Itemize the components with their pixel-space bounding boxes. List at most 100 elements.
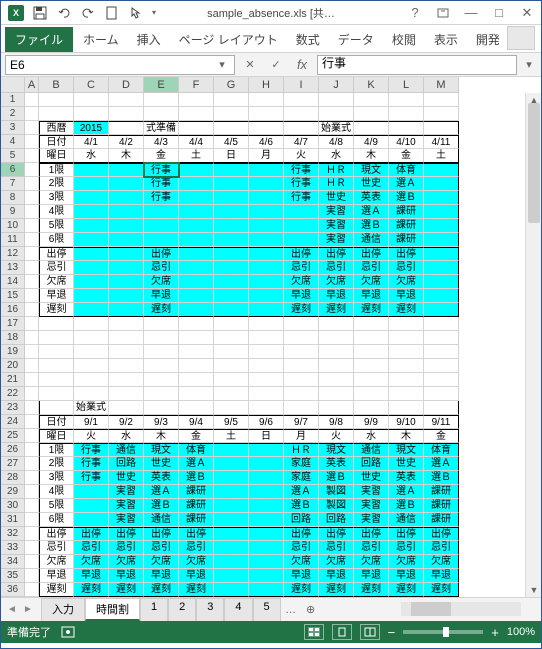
cell-F11[interactable] bbox=[179, 233, 214, 247]
cell-A28[interactable] bbox=[25, 471, 39, 485]
cell-A3[interactable] bbox=[25, 121, 39, 135]
cell-M13[interactable] bbox=[424, 261, 459, 275]
cell-L10[interactable]: 課研 bbox=[389, 219, 424, 233]
cell-C34[interactable]: 欠席 bbox=[74, 555, 109, 569]
cell-E31[interactable]: 通信 bbox=[144, 513, 179, 527]
cell-J8[interactable]: 世史 bbox=[319, 191, 354, 205]
cell-H35[interactable] bbox=[249, 569, 284, 583]
cell-L1[interactable] bbox=[389, 93, 424, 107]
cell-L35[interactable]: 早退 bbox=[389, 569, 424, 583]
row-header-11[interactable]: 11 bbox=[1, 233, 25, 247]
cell-H17[interactable] bbox=[249, 317, 284, 331]
cell-M21[interactable] bbox=[424, 373, 459, 387]
cell-H24[interactable]: 9/6 bbox=[249, 415, 284, 429]
zoom-slider-thumb[interactable] bbox=[443, 627, 449, 637]
cell-L23[interactable] bbox=[389, 401, 424, 415]
cell-F3[interactable] bbox=[179, 121, 214, 135]
cell-B24[interactable]: 日付 bbox=[39, 415, 74, 429]
cell-I16[interactable]: 遅刻 bbox=[284, 303, 319, 317]
cell-B19[interactable] bbox=[39, 345, 74, 359]
cell-A31[interactable] bbox=[25, 513, 39, 527]
cell-K9[interactable]: 選Ａ bbox=[354, 205, 389, 219]
cell-M14[interactable] bbox=[424, 275, 459, 289]
cell-G5[interactable]: 日 bbox=[214, 149, 249, 163]
cell-L32[interactable]: 出停 bbox=[389, 527, 424, 541]
cell-E17[interactable] bbox=[144, 317, 179, 331]
row-header-15[interactable]: 15 bbox=[1, 289, 25, 303]
row-header-34[interactable]: 34 bbox=[1, 555, 25, 569]
cell-A5[interactable] bbox=[25, 149, 39, 163]
cell-I23[interactable] bbox=[284, 401, 319, 415]
row-header-4[interactable]: 4 bbox=[1, 135, 25, 149]
select-all-corner[interactable] bbox=[1, 77, 25, 93]
cell-L27[interactable]: 世史 bbox=[389, 457, 424, 471]
tab-insert[interactable]: 挿入 bbox=[129, 27, 169, 52]
cell-L19[interactable] bbox=[389, 345, 424, 359]
cell-J21[interactable] bbox=[319, 373, 354, 387]
cell-D26[interactable]: 通信 bbox=[109, 443, 144, 457]
cell-D15[interactable] bbox=[109, 289, 144, 303]
cell-F18[interactable] bbox=[179, 331, 214, 345]
cell-E1[interactable] bbox=[144, 93, 179, 107]
cell-C27[interactable]: 行事 bbox=[74, 457, 109, 471]
col-header-L[interactable]: L bbox=[389, 77, 424, 93]
row-header-23[interactable]: 23 bbox=[1, 401, 25, 415]
cell-K16[interactable]: 遅刻 bbox=[354, 303, 389, 317]
cell-D25[interactable]: 水 bbox=[109, 429, 144, 443]
cell-M34[interactable]: 欠席 bbox=[424, 555, 459, 569]
cell-F13[interactable] bbox=[179, 261, 214, 275]
cell-H21[interactable] bbox=[249, 373, 284, 387]
cell-H29[interactable] bbox=[249, 485, 284, 499]
cell-G13[interactable] bbox=[214, 261, 249, 275]
cell-D20[interactable] bbox=[109, 359, 144, 373]
cell-M20[interactable] bbox=[424, 359, 459, 373]
col-header-H[interactable]: H bbox=[249, 77, 284, 93]
cell-G24[interactable]: 9/5 bbox=[214, 415, 249, 429]
cell-I14[interactable]: 欠席 bbox=[284, 275, 319, 289]
cell-D2[interactable] bbox=[109, 107, 144, 121]
cell-L7[interactable]: 選Ａ bbox=[389, 177, 424, 191]
cell-L33[interactable]: 忌引 bbox=[389, 541, 424, 555]
cell-H31[interactable] bbox=[249, 513, 284, 527]
minimize-icon[interactable]: — bbox=[459, 4, 483, 22]
cell-G22[interactable] bbox=[214, 387, 249, 401]
cell-G31[interactable] bbox=[214, 513, 249, 527]
cell-D30[interactable]: 実習 bbox=[109, 499, 144, 513]
cell-B33[interactable]: 忌引 bbox=[39, 541, 74, 555]
cell-I8[interactable]: 行事 bbox=[284, 191, 319, 205]
cell-A32[interactable] bbox=[25, 527, 39, 541]
cell-A15[interactable] bbox=[25, 289, 39, 303]
cell-K30[interactable]: 実習 bbox=[354, 499, 389, 513]
cell-D14[interactable] bbox=[109, 275, 144, 289]
tab-page-layout[interactable]: ページ レイアウト bbox=[171, 27, 286, 52]
cell-L2[interactable] bbox=[389, 107, 424, 121]
cell-L25[interactable]: 木 bbox=[389, 429, 424, 443]
cell-K33[interactable]: 忌引 bbox=[354, 541, 389, 555]
cell-C3[interactable]: 2015 bbox=[74, 121, 109, 135]
cell-C24[interactable]: 9/1 bbox=[74, 415, 109, 429]
row-header-17[interactable]: 17 bbox=[1, 317, 25, 331]
cell-F19[interactable] bbox=[179, 345, 214, 359]
row-header-28[interactable]: 28 bbox=[1, 471, 25, 485]
cell-C10[interactable] bbox=[74, 219, 109, 233]
cell-M26[interactable]: 体育 bbox=[424, 443, 459, 457]
cell-A16[interactable] bbox=[25, 303, 39, 317]
cell-L6[interactable]: 体育 bbox=[389, 163, 424, 177]
row-header-22[interactable]: 22 bbox=[1, 387, 25, 401]
cell-M5[interactable]: 土 bbox=[424, 149, 459, 163]
cell-J17[interactable] bbox=[319, 317, 354, 331]
cell-D19[interactable] bbox=[109, 345, 144, 359]
cell-D27[interactable]: 回路 bbox=[109, 457, 144, 471]
cell-B2[interactable] bbox=[39, 107, 74, 121]
cell-D16[interactable] bbox=[109, 303, 144, 317]
cell-E23[interactable] bbox=[144, 401, 179, 415]
cell-K12[interactable]: 出停 bbox=[354, 247, 389, 261]
cell-K26[interactable]: 通信 bbox=[354, 443, 389, 457]
cell-G7[interactable] bbox=[214, 177, 249, 191]
col-header-D[interactable]: D bbox=[109, 77, 144, 93]
cell-A19[interactable] bbox=[25, 345, 39, 359]
cell-E12[interactable]: 出停 bbox=[144, 247, 179, 261]
cell-M8[interactable] bbox=[424, 191, 459, 205]
cell-B4[interactable]: 日付 bbox=[39, 135, 74, 149]
cell-K22[interactable] bbox=[354, 387, 389, 401]
